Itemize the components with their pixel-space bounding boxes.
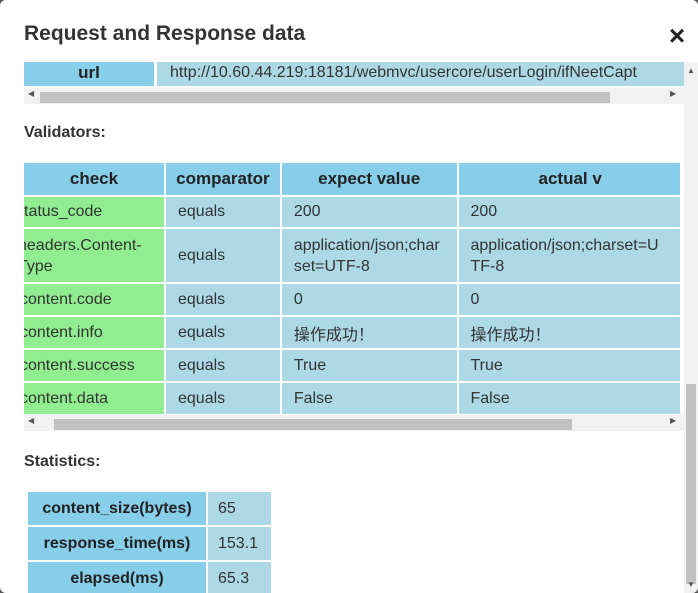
scroll-right-icon[interactable]: ▶ — [670, 416, 676, 425]
expect-value-cell: False — [281, 383, 457, 415]
url-value: http://10.60.44.219:18181/webmvc/usercor… — [157, 62, 684, 86]
scrollbar-thumb[interactable] — [54, 419, 572, 430]
stat-label: elapsed(ms) — [28, 562, 206, 593]
scroll-right-icon[interactable]: ▶ — [670, 89, 676, 98]
table-row: status_code equals 200 200 — [24, 197, 680, 229]
table-row: content.data equals False False — [24, 383, 680, 415]
dialog-header: Request and Response data × — [0, 0, 698, 62]
actual-value-cell: application/json;charset=UTF-8 — [458, 229, 680, 284]
validators-horizontal-scrollbar[interactable]: ◀ ▶ — [24, 415, 684, 431]
comparator-cell: equals — [166, 383, 280, 415]
dialog-title: Request and Response data — [24, 22, 306, 45]
table-row: response_time(ms) 153.1 — [28, 527, 271, 560]
table-row: content.success equals True True — [24, 350, 680, 383]
statistics-table: content_size(bytes) 65 response_time(ms)… — [26, 490, 273, 593]
table-row: elapsed(ms) 65.3 — [28, 562, 271, 593]
expect-value-cell: 0 — [281, 284, 457, 317]
expect-value-cell: 操作成功！ — [281, 317, 457, 350]
comparator-cell: equals — [166, 229, 280, 284]
url-horizontal-scrollbar[interactable]: ◀ ▶ — [24, 88, 684, 104]
url-label: url — [24, 62, 154, 86]
comparator-cell: equals — [166, 284, 280, 317]
scrollbar-thumb[interactable] — [40, 92, 610, 103]
column-header-check: check — [24, 163, 164, 197]
check-cell: content.data — [24, 383, 164, 415]
comparator-cell: equals — [166, 350, 280, 383]
stat-label: content_size(bytes) — [28, 492, 206, 525]
check-cell: headers.Content-Type — [24, 229, 164, 284]
request-response-dialog: Request and Response data × url http://1… — [0, 0, 698, 593]
actual-value-cell: False — [458, 383, 680, 415]
table-row: content.info equals 操作成功！ 操作成功！ — [24, 317, 680, 350]
comparator-cell: equals — [166, 197, 280, 229]
scroll-down-icon[interactable]: ▼ — [687, 580, 695, 589]
validators-table-viewport: check comparator expect value actual v s… — [24, 163, 684, 415]
column-header-actual-value: actual v — [458, 163, 680, 197]
scroll-left-icon[interactable]: ◀ — [28, 89, 34, 98]
validators-header-row: check comparator expect value actual v — [24, 163, 680, 197]
scroll-left-icon[interactable]: ◀ — [28, 416, 34, 425]
table-row: content.code equals 0 0 — [24, 284, 680, 317]
comparator-cell: equals — [166, 317, 280, 350]
column-header-comparator: comparator — [166, 163, 280, 197]
check-cell: content.code — [24, 284, 164, 317]
scroll-up-icon[interactable]: ▲ — [687, 66, 695, 75]
validators-heading: Validators: — [24, 124, 106, 141]
check-cell: content.info — [24, 317, 164, 350]
url-row: url http://10.60.44.219:18181/webmvc/use… — [24, 62, 684, 88]
dialog-vertical-scrollbar[interactable]: ▲ ▼ — [684, 62, 698, 593]
expect-value-cell: application/json;charset=UTF-8 — [281, 229, 457, 284]
stat-label: response_time(ms) — [28, 527, 206, 560]
table-row: headers.Content-Type equals application/… — [24, 229, 680, 284]
check-cell: status_code — [24, 197, 164, 229]
column-header-expect-value: expect value — [281, 163, 457, 197]
table-row: content_size(bytes) 65 — [28, 492, 271, 525]
actual-value-cell: 200 — [458, 197, 680, 229]
stat-value: 153.1 — [208, 527, 271, 560]
close-icon[interactable]: × — [664, 22, 690, 50]
scrollbar-thumb[interactable] — [686, 384, 696, 584]
actual-value-cell: 操作成功！ — [458, 317, 680, 350]
dialog-body[interactable]: url http://10.60.44.219:18181/webmvc/use… — [0, 62, 684, 593]
stat-value: 65.3 — [208, 562, 271, 593]
statistics-heading: Statistics: — [24, 453, 101, 470]
expect-value-cell: 200 — [281, 197, 457, 229]
stat-value: 65 — [208, 492, 271, 525]
actual-value-cell: True — [458, 350, 680, 383]
validators-table: check comparator expect value actual v s… — [24, 163, 682, 415]
actual-value-cell: 0 — [458, 284, 680, 317]
check-cell: content.success — [24, 350, 164, 383]
expect-value-cell: True — [281, 350, 457, 383]
